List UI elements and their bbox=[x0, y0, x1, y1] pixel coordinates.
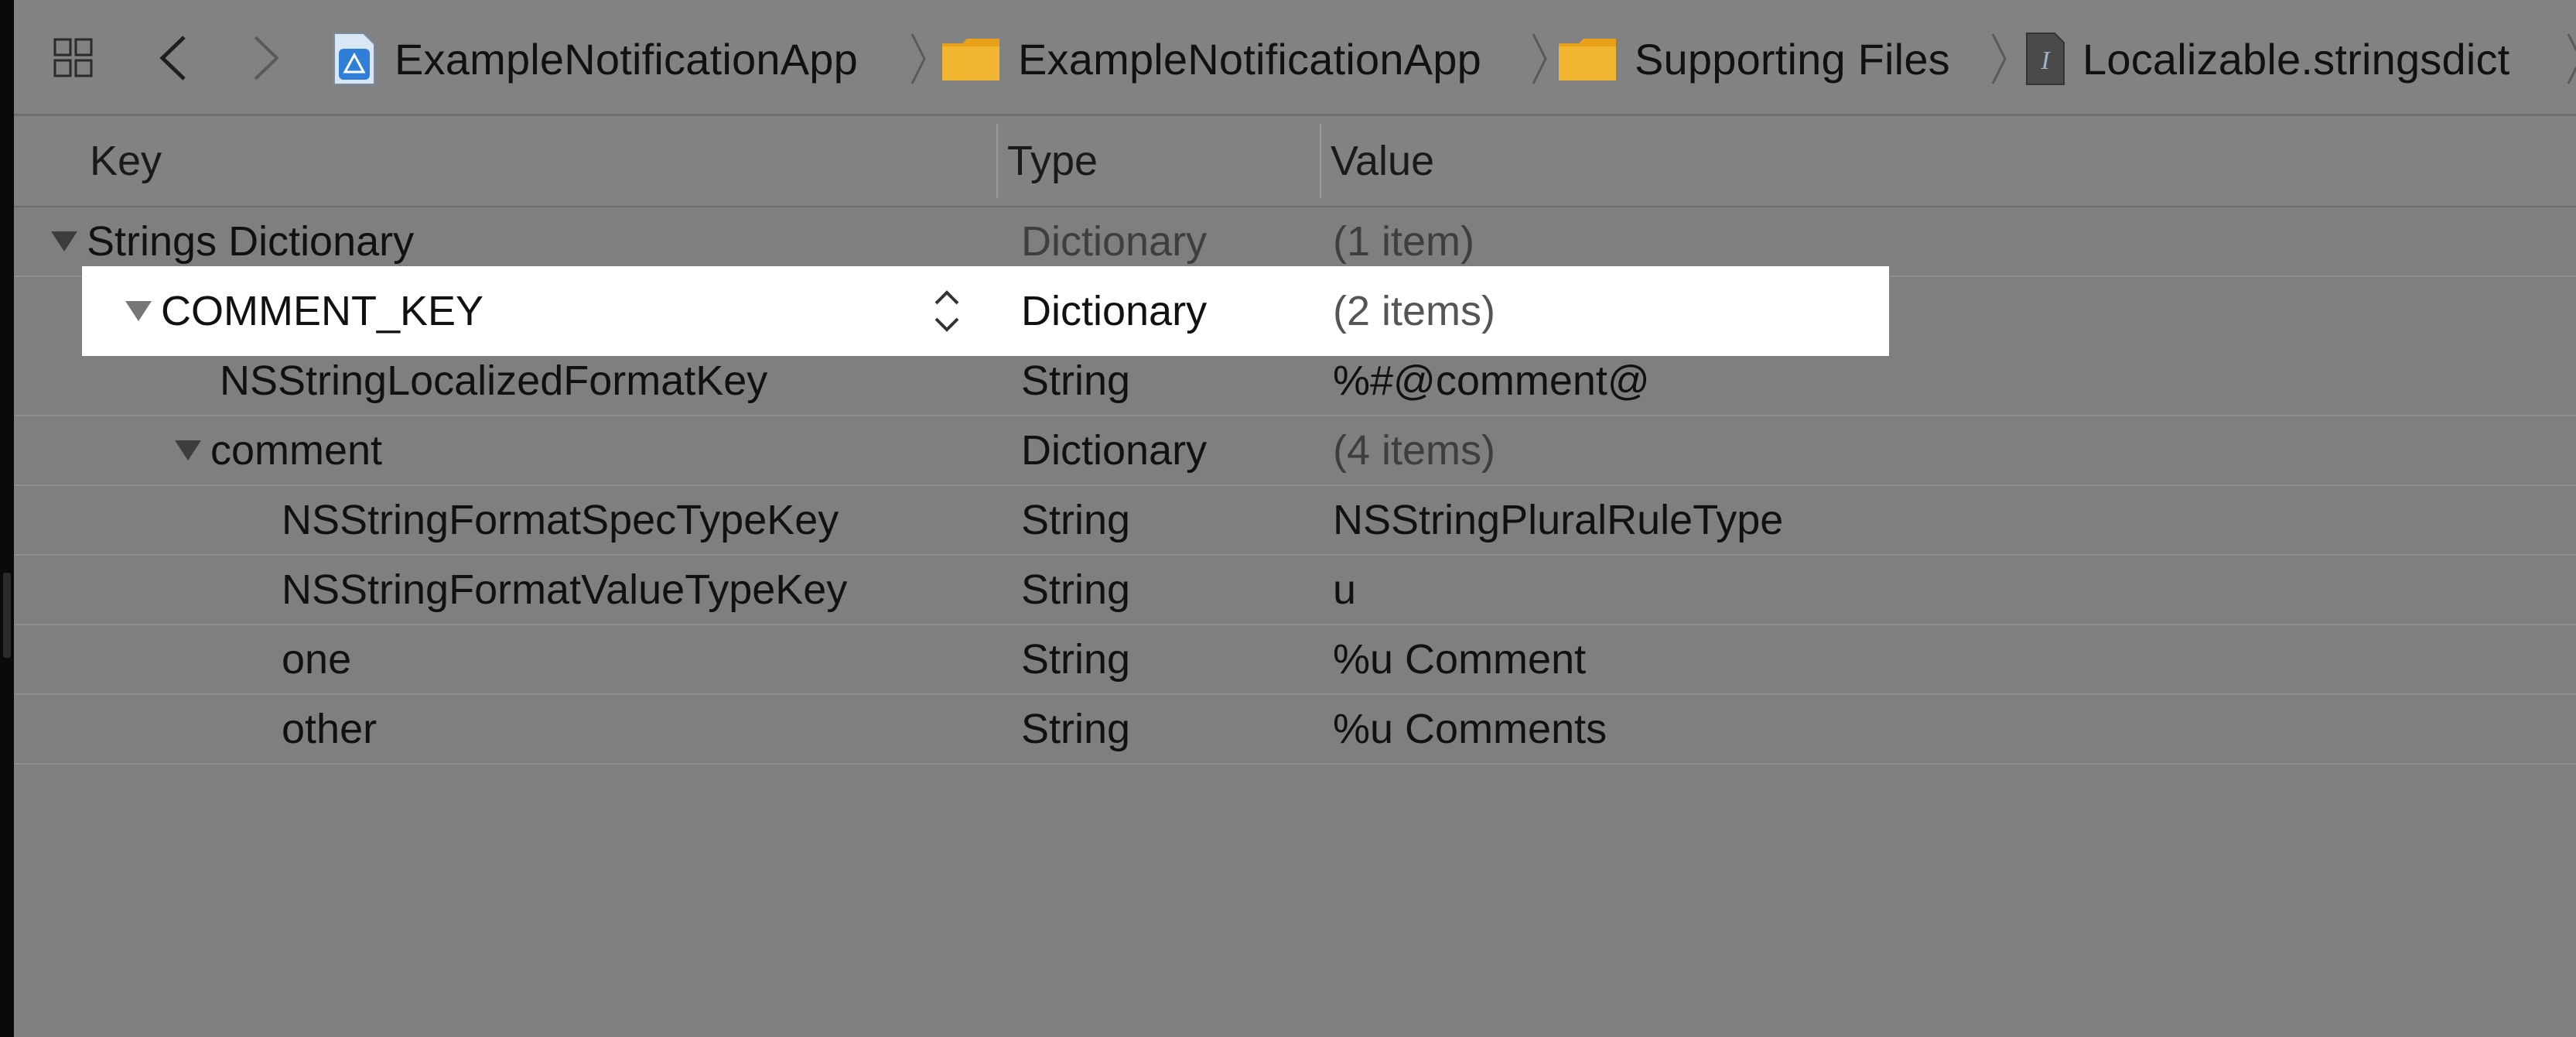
resize-handle[interactable] bbox=[3, 573, 11, 658]
breadcrumb-file[interactable]: I Localizable.stringsdict bbox=[2025, 29, 2509, 88]
disclosure-triangle-icon[interactable] bbox=[51, 231, 77, 252]
value-cell: u bbox=[1333, 566, 1357, 613]
key-label: Strings Dictionary bbox=[87, 218, 415, 265]
breadcrumb-separator-icon bbox=[2567, 33, 2576, 84]
disclosure-triangle-icon[interactable] bbox=[175, 440, 201, 460]
svg-text:I: I bbox=[2040, 46, 2051, 75]
table-row-selected[interactable]: COMMENT_KEY Dictionary (2 items) bbox=[82, 266, 1889, 356]
key-cell: NSStringFormatSpecTypeKey bbox=[282, 497, 839, 543]
table-row[interactable]: one String %u Comment bbox=[14, 625, 2576, 695]
disclosure-triangle-icon[interactable] bbox=[125, 301, 152, 321]
project-file-icon bbox=[333, 33, 375, 85]
breadcrumb-supporting-files[interactable]: Supporting Files bbox=[1557, 29, 1950, 88]
breadcrumb-label: ExampleNotificationApp bbox=[395, 34, 858, 84]
type-cell: String bbox=[1021, 636, 1131, 683]
key-cell[interactable]: COMMENT_KEY bbox=[125, 266, 483, 356]
table-row[interactable]: other String %u Comments bbox=[14, 695, 2576, 765]
column-header-type[interactable]: Type bbox=[1007, 116, 1098, 206]
value-cell: NSStringPluralRuleType bbox=[1333, 497, 1784, 543]
breadcrumb-label: ExampleNotificationApp bbox=[1018, 34, 1481, 84]
folder-icon bbox=[1559, 39, 1616, 80]
plist-editor-window: ExampleNotificationApp ExampleNotificati… bbox=[0, 0, 2576, 1037]
column-divider[interactable] bbox=[1320, 124, 1321, 198]
key-cell: comment bbox=[175, 416, 382, 484]
column-header-key[interactable]: Key bbox=[90, 116, 162, 206]
key-cell: NSStringFormatValueTypeKey bbox=[282, 566, 848, 613]
value-cell: %u Comments bbox=[1333, 706, 1607, 752]
value-cell: (4 items) bbox=[1333, 427, 1496, 474]
key-cell: other bbox=[282, 706, 378, 752]
key-popup-stepper-icon[interactable] bbox=[931, 283, 962, 339]
value-cell: %#@comment@ bbox=[1333, 358, 1650, 404]
type-cell: Dictionary bbox=[1021, 427, 1208, 474]
key-label: COMMENT_KEY bbox=[161, 288, 484, 334]
value-cell: (1 item) bbox=[1333, 218, 1475, 265]
key-cell: one bbox=[282, 636, 352, 683]
key-cell: NSStringLocalizedFormatKey bbox=[220, 358, 768, 404]
folder-icon bbox=[942, 39, 999, 80]
jump-bar: ExampleNotificationApp ExampleNotificati… bbox=[14, 0, 2576, 116]
breadcrumb-project[interactable]: ExampleNotificationApp bbox=[331, 29, 858, 88]
type-cell: String bbox=[1021, 358, 1131, 404]
value-cell: %u Comment bbox=[1333, 636, 1587, 683]
back-chevron-icon[interactable] bbox=[155, 33, 193, 84]
type-cell: String bbox=[1021, 706, 1131, 752]
breadcrumb-separator-icon bbox=[1532, 33, 1547, 84]
property-list-outline: Strings Dictionary Dictionary (1 item) C… bbox=[14, 207, 2576, 1037]
strings-file-icon: I bbox=[2026, 33, 2065, 85]
type-cell: String bbox=[1021, 497, 1131, 543]
column-header-value[interactable]: Value bbox=[1331, 116, 1434, 206]
column-header: Key Type Value bbox=[14, 116, 2576, 207]
table-row[interactable]: NSStringLocalizedFormatKey String %#@com… bbox=[14, 347, 2576, 416]
type-cell: String bbox=[1021, 566, 1131, 613]
type-cell[interactable]: Dictionary bbox=[1021, 266, 1207, 356]
breadcrumb-separator-icon bbox=[1991, 33, 2007, 84]
window-edge bbox=[0, 0, 14, 1037]
table-row[interactable]: comment Dictionary (4 items) bbox=[14, 416, 2576, 486]
value-cell: (2 items) bbox=[1333, 288, 1496, 334]
forward-chevron-icon[interactable] bbox=[246, 33, 285, 84]
related-items-grid-icon[interactable] bbox=[53, 37, 96, 80]
key-cell: Strings Dictionary bbox=[51, 207, 414, 276]
column-divider[interactable] bbox=[996, 124, 998, 198]
breadcrumb-group[interactable]: ExampleNotificationApp bbox=[941, 29, 1481, 88]
breadcrumb-label: Localizable.stringsdict bbox=[2082, 34, 2510, 84]
table-row[interactable]: NSStringFormatSpecTypeKey String NSStrin… bbox=[14, 486, 2576, 556]
key-label: comment bbox=[210, 427, 383, 474]
table-row[interactable]: NSStringFormatValueTypeKey String u bbox=[14, 556, 2576, 625]
breadcrumb-separator-icon bbox=[910, 33, 926, 84]
breadcrumb-label: Supporting Files bbox=[1635, 34, 1950, 84]
type-cell: Dictionary bbox=[1021, 218, 1208, 265]
